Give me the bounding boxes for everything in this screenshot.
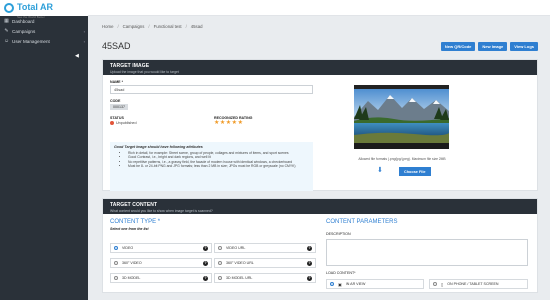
radio-selected-icon[interactable] xyxy=(114,246,118,250)
option-3d-model[interactable]: 3D MODEL ? xyxy=(110,273,212,283)
brand-name: Total AR xyxy=(17,2,53,12)
description-label: DESCRIPTION xyxy=(326,232,351,236)
new-image-button[interactable]: New Image xyxy=(478,41,508,51)
option-label: VIDEO URL xyxy=(226,246,246,250)
dashboard-icon: ▦ xyxy=(4,17,9,24)
tip-item: Must be 8- or 24-bit PNG and JPG formats… xyxy=(128,164,309,168)
download-icon[interactable]: ⬇ xyxy=(377,166,383,174)
option-label: IN AR VIEW xyxy=(345,282,366,286)
content-type-subtitle: Select one from the list xyxy=(110,227,149,231)
radio-icon[interactable] xyxy=(218,246,222,250)
sidebar-item-label: Campaigns xyxy=(12,28,36,34)
radio-icon[interactable] xyxy=(114,261,118,265)
target-image-preview xyxy=(354,85,449,149)
load-on-phone-screen[interactable]: ▯ ON PHONE / TABLET SCREEN xyxy=(429,279,528,289)
section-subtitle: What content would you like to show when… xyxy=(110,209,213,213)
tips-title: Good Target Image should have following … xyxy=(114,145,203,149)
status-dot-icon xyxy=(110,121,114,125)
sidebar-item-user-management[interactable]: ☺ User Management › xyxy=(0,36,88,46)
option-label: 360° VIDEO URL xyxy=(226,261,254,265)
name-input[interactable]: 45sad xyxy=(110,85,313,94)
file-format-note: Allowed file formats (.png/jpg/.jpeg). M… xyxy=(358,157,446,161)
target-image-card: TARGET IMAGE Upload the image that you w… xyxy=(102,59,538,191)
choose-file-button[interactable]: Choose File xyxy=(399,167,431,176)
content-type-title: CONTENT TYPE * xyxy=(110,219,161,225)
phone-icon: ▯ xyxy=(441,281,444,287)
option-label: ON PHONE / TABLET SCREEN xyxy=(447,282,499,286)
section-title: TARGET IMAGE xyxy=(110,63,150,69)
star-icon: ★ xyxy=(214,120,220,126)
sidebar-item-label: Dashboard xyxy=(12,18,35,24)
target-image-header: TARGET IMAGE Upload the image that you w… xyxy=(103,60,537,75)
radio-selected-icon[interactable] xyxy=(330,282,334,286)
top-bar xyxy=(88,0,550,16)
option-360-video[interactable]: 360° VIDEO ? xyxy=(110,258,212,268)
star-icon: ★ xyxy=(237,120,243,126)
rating-stars: ★ ★ ★ ★ ★ xyxy=(214,120,243,126)
target-content-card: TARGET CONTENT What content would you li… xyxy=(102,198,538,293)
breadcrumb-home[interactable]: Home xyxy=(102,24,113,29)
star-icon: ★ xyxy=(219,120,226,126)
star-icon: ★ xyxy=(225,120,232,126)
option-video-url[interactable]: VIDEO URL ? xyxy=(214,243,316,253)
logo-icon xyxy=(4,3,14,13)
radio-icon[interactable] xyxy=(218,276,222,280)
option-label: VIDEO xyxy=(122,246,134,250)
tips-box: Good Target Image should have following … xyxy=(110,142,313,191)
option-video[interactable]: VIDEO ? xyxy=(110,243,212,253)
code-label: CODE xyxy=(110,99,121,103)
help-icon[interactable]: ? xyxy=(203,275,208,281)
collapse-sidebar-icon[interactable]: ◀ xyxy=(75,53,79,59)
help-icon[interactable]: ? xyxy=(307,245,312,251)
breadcrumb-campaign[interactable]: Functional test xyxy=(154,24,182,29)
help-icon[interactable]: ? xyxy=(307,260,312,266)
view-logs-button[interactable]: View Logs xyxy=(510,41,538,51)
content-parameters-title: CONTENT PARAMETERS xyxy=(326,219,398,225)
option-label: 3D MODEL URL xyxy=(226,276,253,280)
breadcrumb-current: 45sad xyxy=(190,24,203,29)
option-3d-model-url[interactable]: 3D MODEL URL ? xyxy=(214,273,316,283)
sidebar-item-label: User Management xyxy=(12,38,50,44)
breadcrumb: Home / Campaigns / Functional test / 45s… xyxy=(102,24,203,29)
option-label: 3D MODEL xyxy=(122,276,141,280)
status-badge: Unpublished xyxy=(110,121,137,125)
page-title: 45SAD xyxy=(102,41,131,51)
help-icon[interactable]: ? xyxy=(203,245,208,251)
brand-logo[interactable]: Total AR See the World Better xyxy=(0,0,88,19)
chevron-right-icon: › xyxy=(83,28,85,34)
star-icon: ★ xyxy=(231,120,238,126)
section-subtitle: Upload the image that you would like to … xyxy=(110,70,179,74)
description-textarea[interactable] xyxy=(326,239,528,266)
help-icon[interactable]: ? xyxy=(203,260,208,266)
status-label: STATUS xyxy=(110,116,124,120)
ar-view-icon: ▣ xyxy=(338,281,342,287)
target-content-header: TARGET CONTENT What content would you li… xyxy=(103,199,537,214)
breadcrumb-campaigns[interactable]: Campaigns xyxy=(123,24,145,29)
radio-icon[interactable] xyxy=(114,276,118,280)
chevron-right-icon: › xyxy=(83,38,85,44)
sidebar-item-campaigns[interactable]: ✎ Campaigns › xyxy=(0,26,88,36)
section-title: TARGET CONTENT xyxy=(110,202,158,208)
new-qr-code-button[interactable]: New QR/Code xyxy=(440,41,476,51)
load-in-ar-view[interactable]: ▣ IN AR VIEW xyxy=(326,279,424,289)
users-icon: ☺ xyxy=(4,37,10,44)
name-label: NAME * xyxy=(110,80,123,84)
load-content-label: LOAD CONTENT* xyxy=(326,271,356,275)
main-content: Home / Campaigns / Functional test / 45s… xyxy=(88,16,550,300)
campaign-icon: ✎ xyxy=(4,27,9,34)
option-360-video-url[interactable]: 360° VIDEO URL ? xyxy=(214,258,316,268)
status-text: Unpublished xyxy=(116,121,137,125)
sidebar: Total AR See the World Better ▦ Dashboar… xyxy=(0,0,88,300)
radio-icon[interactable] xyxy=(218,261,222,265)
help-icon[interactable]: ? xyxy=(307,275,312,281)
option-label: 360° VIDEO xyxy=(122,261,142,265)
code-value: 000137 xyxy=(110,104,128,110)
radio-icon[interactable] xyxy=(433,282,437,286)
